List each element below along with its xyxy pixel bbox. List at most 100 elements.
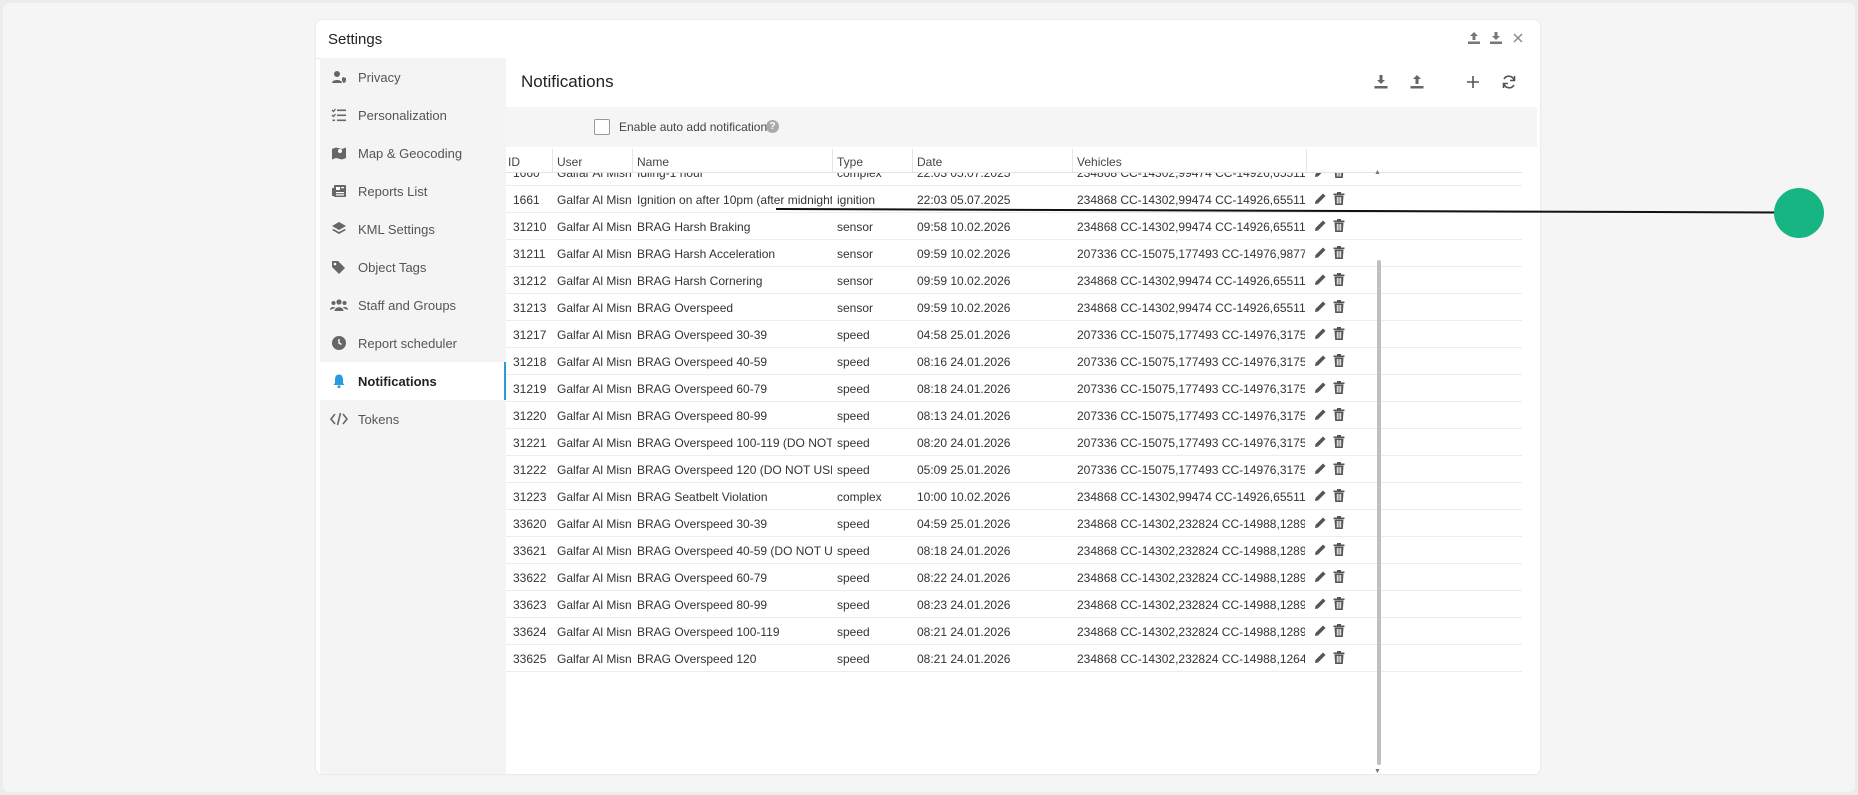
table-row[interactable]: 31213 Galfar Al Misn... BRAG Overspeed sens… [506,293,1522,321]
edit-icon[interactable] [1312,190,1328,206]
trash-icon[interactable] [1331,514,1347,530]
sidebar-item-staff-groups[interactable]: Staff and Groups [320,286,506,324]
scroll-down-icon[interactable]: ▼ [1374,768,1381,774]
cell-date: 08:18 24.01.2026 [917,382,1011,396]
edit-icon[interactable] [1312,325,1328,341]
table-row[interactable]: 31219 Galfar Al Misn... BRAG Overspeed 60-… [506,374,1522,402]
table-row[interactable]: 33621 Galfar Al Misn... BRAG Overspeed 40-… [506,536,1522,564]
trash-icon[interactable] [1331,325,1347,341]
edit-icon[interactable] [1312,352,1328,368]
sidebar-item-report-scheduler[interactable]: Report scheduler [320,324,506,362]
cell-id: 33622 [513,571,547,585]
vertical-scrollbar[interactable] [1377,260,1381,765]
column-header-type[interactable]: Type [837,155,863,169]
edit-icon[interactable] [1312,406,1328,422]
edit-icon[interactable] [1312,298,1328,314]
cell-user: Galfar Al Misn... [557,173,631,180]
table-row[interactable]: 31222 Galfar Al Misn... BRAG Overspeed 120… [506,455,1522,483]
table-row[interactable]: 31212 Galfar Al Misn... BRAG Harsh Corneri… [506,266,1522,294]
upload-icon[interactable] [1466,30,1482,46]
add-icon[interactable] [1462,71,1484,93]
cell-id: 31220 [513,409,547,423]
trash-icon[interactable] [1331,541,1347,557]
edit-icon[interactable] [1312,217,1328,233]
sidebar-item-kml-settings[interactable]: KML Settings [320,210,506,248]
table-row[interactable]: 33623 Galfar Al Misn... BRAG Overspeed 80-… [506,590,1522,618]
refresh-icon[interactable] [1498,71,1520,93]
trash-icon[interactable] [1331,433,1347,449]
cell-type: speed [837,598,870,612]
sidebar-item-label: Staff and Groups [358,297,457,313]
trash-icon[interactable] [1331,595,1347,611]
edit-icon[interactable] [1312,271,1328,287]
edit-icon[interactable] [1312,173,1328,179]
cell-date: 04:58 25.01.2026 [917,328,1011,342]
cell-name: BRAG Overspeed 120 (DO NOT USE) [637,463,832,477]
trash-icon[interactable] [1331,406,1347,422]
column-header-date[interactable]: Date [917,155,942,169]
cell-vehicles: 234868 CC-14302,99474 CC-14926,65511 CC.… [1077,490,1305,504]
close-icon[interactable] [1510,30,1526,46]
column-header-name[interactable]: Name [637,155,669,169]
sidebar-item-personalization[interactable]: Personalization [320,96,506,134]
trash-icon[interactable] [1331,379,1347,395]
edit-icon[interactable] [1312,514,1328,530]
table-row[interactable]: 31217 Galfar Al Misn... BRAG Overspeed 30-… [506,320,1522,348]
cell-user: Galfar Al Misn... [557,409,631,423]
trash-icon[interactable] [1331,568,1347,584]
clock-icon [330,334,348,352]
import-icon[interactable] [1370,71,1392,93]
edit-icon[interactable] [1312,595,1328,611]
trash-icon[interactable] [1331,173,1347,179]
table-row[interactable]: 31211 Galfar Al Misn... BRAG Harsh Acceler… [506,239,1522,267]
help-icon[interactable]: ? [766,120,779,133]
edit-icon[interactable] [1312,460,1328,476]
column-header-vehicles[interactable]: Vehicles [1077,155,1122,169]
edit-icon[interactable] [1312,541,1328,557]
sidebar-item-map-geocoding[interactable]: Map & Geocoding [320,134,506,172]
trash-icon[interactable] [1331,190,1347,206]
table-row[interactable]: 33622 Galfar Al Misn... BRAG Overspeed 60-… [506,563,1522,591]
trash-icon[interactable] [1331,352,1347,368]
trash-icon[interactable] [1331,271,1347,287]
cell-name: BRAG Overspeed 100-119 [637,625,780,639]
sidebar-item-notifications[interactable]: Notifications [320,362,506,400]
edit-icon[interactable] [1312,568,1328,584]
table-row[interactable]: 31223 Galfar Al Misn... BRAG Seatbelt Viol… [506,482,1522,510]
trash-icon[interactable] [1331,217,1347,233]
auto-add-checkbox[interactable] [594,119,610,135]
table-row[interactable]: 33625 Galfar Al Misn... BRAG Overspeed 120… [506,644,1522,672]
trash-icon[interactable] [1331,622,1347,638]
table-row[interactable]: 31220 Galfar Al Misn... BRAG Overspeed 80-… [506,401,1522,429]
cell-date: 08:20 24.01.2026 [917,436,1011,450]
table-row[interactable]: 31218 Galfar Al Misn... BRAG Overspeed 40-… [506,347,1522,375]
table-row[interactable]: 33620 Galfar Al Misn... BRAG Overspeed 30-… [506,509,1522,537]
cell-date: 08:21 24.01.2026 [917,625,1011,639]
cell-type: speed [837,625,870,639]
column-header-user[interactable]: User [557,155,582,169]
edit-icon[interactable] [1312,649,1328,665]
table-row[interactable]: 31210 Galfar Al Misn... BRAG Harsh Braking… [506,212,1522,240]
trash-icon[interactable] [1331,298,1347,314]
trash-icon[interactable] [1331,244,1347,260]
edit-icon[interactable] [1312,244,1328,260]
edit-icon[interactable] [1312,379,1328,395]
edit-icon[interactable] [1312,622,1328,638]
sidebar-item-tokens[interactable]: Tokens [320,400,506,438]
column-header-id[interactable]: ID [508,155,520,169]
trash-icon[interactable] [1331,460,1347,476]
export-icon[interactable] [1406,71,1428,93]
edit-icon[interactable] [1312,487,1328,503]
trash-icon[interactable] [1331,649,1347,665]
cell-name: BRAG Overspeed 60-79 [637,571,768,585]
sidebar-item-privacy[interactable]: Privacy [320,58,506,96]
sidebar-item-reports-list[interactable]: Reports List [320,172,506,210]
trash-icon[interactable] [1331,487,1347,503]
table-row[interactable]: 31221 Galfar Al Misn... BRAG Overspeed 100… [506,428,1522,456]
scroll-up-icon[interactable]: ▲ [1374,169,1381,176]
edit-icon[interactable] [1312,433,1328,449]
cell-vehicles: 234868 CC-14302,232824 CC-14988,128971 .… [1077,544,1305,558]
table-row[interactable]: 33624 Galfar Al Misn... BRAG Overspeed 100… [506,617,1522,645]
download-icon[interactable] [1488,30,1504,46]
sidebar-item-object-tags[interactable]: Object Tags [320,248,506,286]
